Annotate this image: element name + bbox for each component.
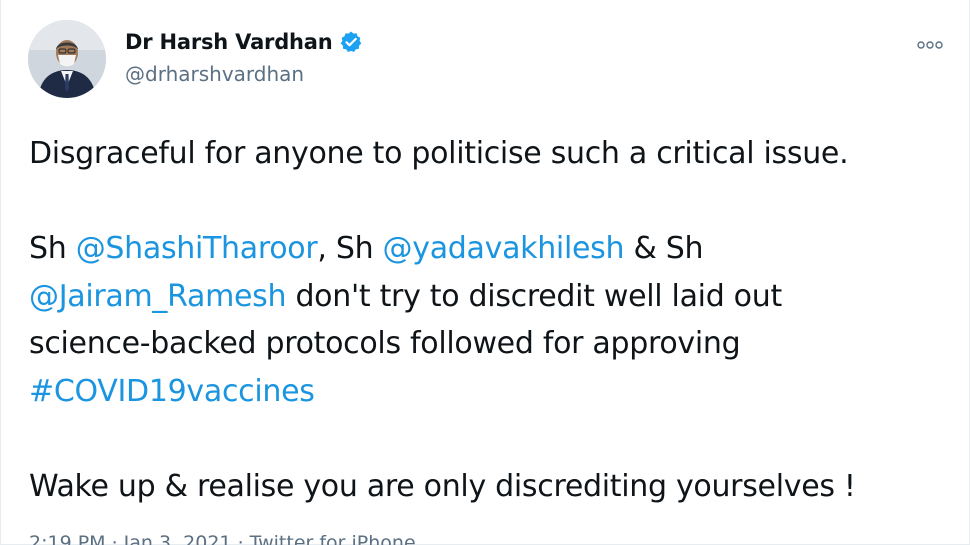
text-segment: , Sh [317, 231, 383, 266]
mention-yadavakhilesh-link[interactable]: @yadavakhilesh [383, 231, 625, 266]
tweet-paragraph-2: Sh @ShashiTharoor, Sh @yadavakhilesh & S… [29, 225, 949, 415]
more-options-icon[interactable] [917, 36, 943, 49]
hashtag-covid19vaccines-link[interactable]: #COVID19vaccines [29, 374, 315, 409]
tweet-timestamp[interactable]: 2:19 PM · Jan 3, 2021 · Twitter for iPho… [29, 532, 416, 545]
text-segment: don't try to discredit well laid out [286, 278, 782, 314]
text-segment: & Sh [624, 231, 704, 266]
text-segment: Sh [29, 231, 76, 266]
profile-photo-icon [28, 20, 106, 98]
tweet-card: Dr Harsh Vardhan @drharshvardhan Disgrac… [0, 0, 970, 545]
tweet-text: Disgraceful for anyone to politicise suc… [29, 130, 949, 510]
author-handle[interactable]: @drharshvardhan [125, 62, 304, 86]
verified-badge-icon [339, 30, 363, 54]
avatar[interactable] [28, 20, 106, 98]
author-display-name[interactable]: Dr Harsh Vardhan [125, 30, 333, 54]
mention-shashitharoor-link[interactable]: @ShashiTharoor [76, 231, 318, 266]
tweet-line-3: Wake up & realise you are only discredit… [29, 468, 856, 504]
text-segment: science-backed protocols followed for ap… [29, 326, 741, 361]
author-name-row[interactable]: Dr Harsh Vardhan [125, 30, 363, 54]
tweet-line-1: Disgraceful for anyone to politicise suc… [29, 136, 849, 171]
mention-jairam-ramesh-link[interactable]: @Jairam_Ramesh [29, 279, 287, 314]
